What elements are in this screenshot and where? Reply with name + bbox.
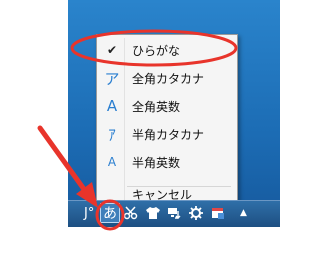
ime-indicator[interactable]: J° (84, 203, 94, 223)
fullwidth-katakana-icon: ア (104, 69, 120, 88)
menu-item-label: ひらがな (132, 43, 181, 58)
scissors-icon[interactable] (123, 203, 139, 223)
menu-item-halfwidth-alphanumeric[interactable]: A 半角英数 (100, 149, 234, 175)
network-icon[interactable] (166, 203, 182, 223)
checkmark-icon: ✔ (106, 43, 118, 57)
menu-item-label: 全角英数 (132, 99, 181, 114)
menu-item-halfwidth-katakana[interactable]: ｱ 半角カタカナ (100, 121, 234, 147)
menu-item-hiragana[interactable]: ✔ ひらがな (100, 37, 234, 63)
up-arrow-icon[interactable]: ▲ (240, 203, 247, 223)
window-icon[interactable] (210, 203, 226, 223)
menu-item-label: 半角英数 (132, 155, 181, 170)
gear-icon[interactable] (188, 203, 204, 223)
menu-item-label: 全角カタカナ (132, 71, 205, 86)
ime-mode-menu: ✔ ひらがな ア 全角カタカナ A 全角英数 ｱ 半角カタカナ A 半角英数 キ… (96, 34, 238, 212)
shirt-icon[interactable] (145, 203, 161, 223)
menu-item-label: 半角カタカナ (132, 127, 205, 142)
fullwidth-alphanumeric-icon: A (106, 97, 118, 115)
ime-mode-button[interactable]: あ (100, 203, 120, 223)
halfwidth-katakana-icon: ｱ (108, 125, 116, 144)
menu-item-fullwidth-alphanumeric[interactable]: A 全角英数 (100, 93, 234, 119)
halfwidth-alphanumeric-icon: A (107, 155, 117, 169)
menu-item-fullwidth-katakana[interactable]: ア 全角カタカナ (100, 65, 234, 91)
